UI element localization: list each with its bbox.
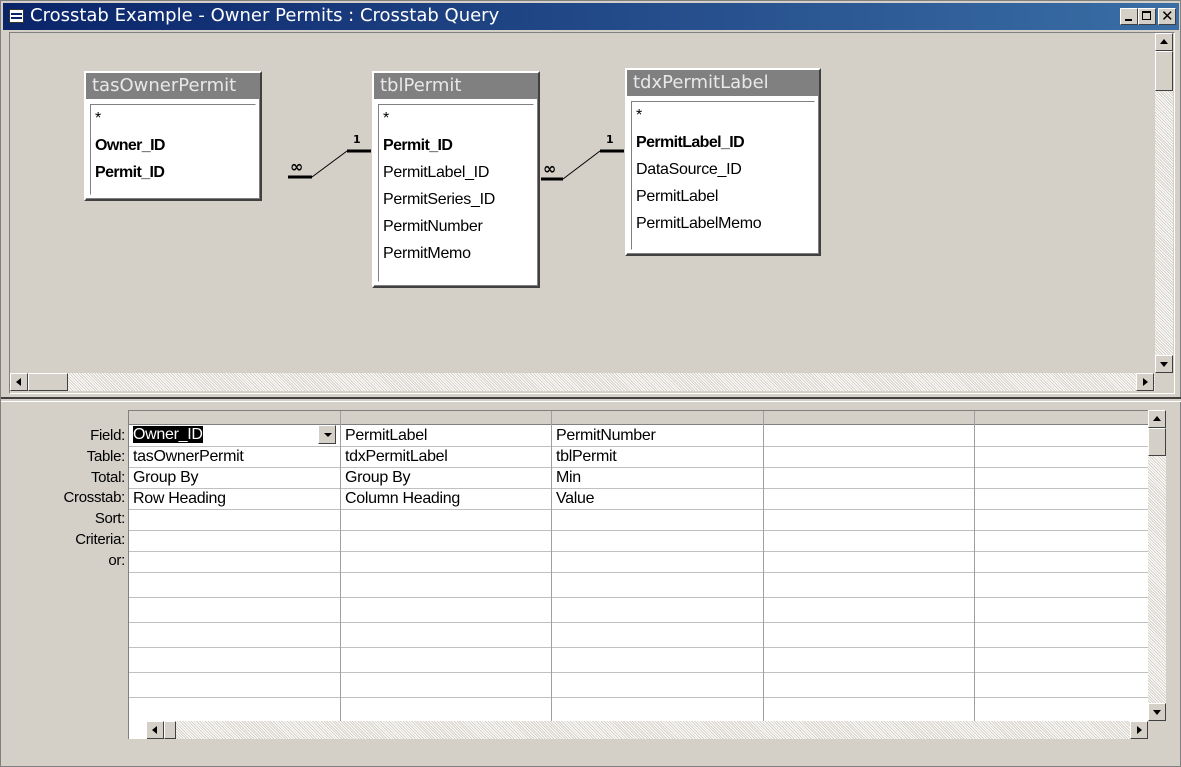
scroll-up-button[interactable] [1155, 33, 1173, 51]
scroll-thumb[interactable] [28, 373, 68, 391]
many-marker: ∞ [543, 159, 556, 178]
title-bar[interactable]: Crosstab Example - Owner Permits : Cross… [3, 3, 1179, 30]
grid-vertical-scrollbar[interactable] [1148, 410, 1166, 721]
field-item[interactable]: PermitLabel_ID [379, 159, 533, 186]
arrow-right-icon [1143, 378, 1148, 386]
grid-cell-table[interactable]: tdxPermitLabel [341, 447, 448, 467]
design-grid[interactable]: Owner_ID tasOwnerPermit Group By Row Hea… [128, 410, 1149, 722]
row-label-sort: Sort: [94, 510, 125, 528]
chevron-down-icon [324, 433, 332, 437]
grid-cell-table[interactable]: tasOwnerPermit [129, 447, 244, 467]
row-label-crosstab: Crosstab: [63, 489, 126, 507]
close-button[interactable]: ✕ [1158, 8, 1176, 25]
scroll-up-button[interactable] [1148, 410, 1166, 428]
row-label-field: Field: [90, 427, 125, 444]
field-list: * PermitLabel_ID DataSource_ID PermitLab… [631, 101, 815, 250]
grid-horizontal-scrollbar[interactable] [146, 721, 1148, 739]
grid-cell-table[interactable]: tblPermit [552, 447, 617, 467]
window-title: Crosstab Example - Owner Permits : Cross… [30, 5, 500, 26]
field-item[interactable]: PermitMemo [379, 240, 533, 267]
grid-cell-crosstab[interactable]: Column Heading [341, 489, 460, 509]
table-title[interactable]: tasOwnerPermit [86, 73, 260, 99]
grid-cell-crosstab[interactable]: Value [552, 489, 595, 509]
grid-cell-crosstab[interactable]: Row Heading [129, 489, 226, 509]
scroll-left-button[interactable] [146, 721, 164, 739]
field-item[interactable]: * [379, 105, 533, 132]
field-item[interactable]: PermitLabel_ID [632, 129, 814, 156]
field-item[interactable]: Permit_ID [379, 132, 533, 159]
field-item[interactable]: PermitLabelMemo [632, 210, 814, 237]
field-dropdown-button[interactable] [318, 425, 336, 444]
arrow-right-icon [1137, 726, 1142, 734]
arrow-up-icon [1153, 416, 1161, 421]
field-item[interactable]: DataSource_ID [632, 156, 814, 183]
field-item[interactable]: PermitNumber [379, 213, 533, 240]
table-title[interactable]: tdxPermitLabel [627, 70, 819, 96]
close-icon: ✕ [1161, 7, 1174, 25]
field-list: * Owner_ID Permit_ID [90, 104, 256, 195]
grid-cell-field[interactable]: PermitLabel [341, 426, 427, 446]
grid-cell-field[interactable]: PermitNumber [552, 426, 656, 446]
one-marker: 1 [606, 133, 614, 146]
grid-cell-total[interactable]: Min [552, 468, 581, 488]
many-marker: ∞ [290, 157, 303, 176]
field-item[interactable]: * [632, 102, 814, 129]
column-selector-row[interactable] [129, 411, 1149, 425]
table-title[interactable]: tblPermit [374, 73, 538, 99]
grid-cell-total[interactable]: Group By [129, 468, 198, 488]
minimize-button[interactable] [1120, 8, 1138, 25]
arrow-left-icon [152, 726, 157, 734]
arrow-down-icon [1153, 710, 1161, 715]
query-icon [9, 9, 24, 23]
field-item[interactable]: PermitSeries_ID [379, 186, 533, 213]
scroll-right-button[interactable] [1130, 721, 1148, 739]
table-tasOwnerPermit[interactable]: tasOwnerPermit * Owner_ID Permit_ID [84, 71, 262, 201]
grid-cell-field[interactable]: Owner_ID [129, 425, 203, 445]
arrow-up-icon [1160, 39, 1168, 44]
pane-splitter[interactable] [1, 397, 1181, 402]
table-tblPermit[interactable]: tblPermit * Permit_ID PermitLabel_ID Per… [372, 71, 540, 288]
field-item[interactable]: Permit_ID [91, 159, 255, 186]
scroll-thumb[interactable] [1155, 51, 1173, 91]
scroll-down-button[interactable] [1155, 355, 1173, 373]
field-item[interactable]: Owner_ID [91, 132, 255, 159]
row-label-table: Table: [86, 447, 126, 465]
scroll-down-button[interactable] [1148, 703, 1166, 721]
grid-cell-total[interactable]: Group By [341, 468, 410, 488]
arrow-down-icon [1160, 362, 1168, 367]
scroll-left-button[interactable] [10, 373, 28, 391]
grid-row-labels: Field: Table: Total: Crosstab: Sort: Cri… [11, 426, 126, 572]
scroll-thumb[interactable] [164, 721, 176, 739]
scroll-right-button[interactable] [1136, 373, 1154, 391]
query-window: Crosstab Example - Owner Permits : Cross… [0, 0, 1181, 767]
maximize-button[interactable] [1138, 8, 1156, 25]
field-item[interactable]: PermitLabel [632, 183, 814, 210]
row-label-criteria: Criteria: [75, 530, 125, 548]
minimize-icon [1125, 19, 1132, 21]
upper-vertical-scrollbar[interactable] [1155, 33, 1173, 373]
row-label-or: or: [108, 551, 125, 569]
field-list: * Permit_ID PermitLabel_ID PermitSeries_… [378, 104, 534, 282]
row-label-total: Total: [90, 468, 125, 486]
table-tdxPermitLabel[interactable]: tdxPermitLabel * PermitLabel_ID DataSour… [625, 68, 821, 256]
field-item[interactable]: * [91, 105, 255, 132]
upper-horizontal-scrollbar[interactable] [10, 373, 1155, 391]
size-grip [1148, 721, 1166, 739]
scroll-thumb[interactable] [1148, 428, 1166, 456]
arrow-left-icon [16, 378, 21, 386]
table-pane: ∞ 1 ∞ 1 tasOwnerPermit * Owner_ID Permit… [9, 32, 1175, 394]
one-marker: 1 [353, 133, 361, 146]
maximize-icon [1142, 11, 1151, 20]
